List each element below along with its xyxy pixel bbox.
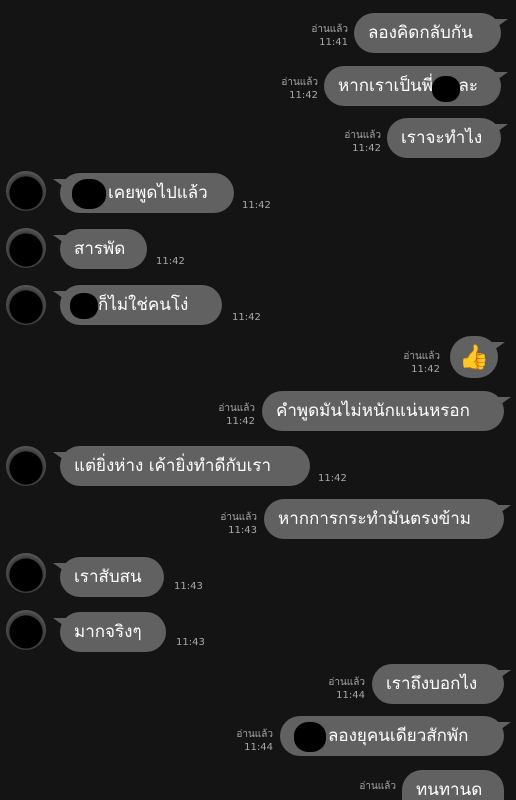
message-time: 11:43	[174, 581, 203, 592]
read-receipt: อ่านแล้ว	[403, 351, 440, 362]
message-text: มากจริงๆ	[74, 622, 142, 642]
sent-message-bubble[interactable]: ลองคิดกลับกัน	[354, 13, 508, 53]
message-time: 11:42	[411, 364, 440, 375]
read-receipt: อ่านแล้ว	[218, 403, 255, 414]
message-text: ก็ไม่ใช่คนโง่	[98, 295, 189, 315]
message-meta: อ่านแล้ว 11:44	[236, 728, 273, 754]
message-text: เราสับสน	[74, 567, 142, 587]
contact-avatar[interactable]	[6, 228, 46, 268]
read-receipt: อ่านแล้ว	[328, 677, 365, 688]
redaction-mark	[72, 179, 106, 209]
sent-message-bubble[interactable]: ลองยุคนเดียวสักพัก	[280, 716, 511, 756]
redaction-mark	[432, 76, 460, 102]
contact-avatar[interactable]	[6, 446, 46, 486]
message-meta: อ่านแล้ว 11:42	[344, 129, 381, 155]
message-time: 11:42	[352, 143, 381, 154]
message-text: ลองยุคนเดียวสักพัก	[328, 726, 469, 746]
message-text: ทนทานด	[416, 780, 483, 800]
message-time: 11:44	[244, 742, 273, 753]
message-time: 11:43	[228, 525, 257, 536]
sent-sticker-bubble[interactable]: 👍	[450, 336, 505, 378]
message-meta: อ่านแล้ว 11:41	[311, 23, 348, 49]
sent-message-bubble[interactable]: คำพูดมันไม่หนักแน่นหรอก	[262, 391, 511, 431]
redaction-mark	[70, 293, 98, 319]
message-time: 11:42	[289, 90, 318, 101]
sent-message-bubble[interactable]: หากเราเป็นพี่ๆ และ	[324, 66, 508, 106]
message-meta: อ่านแล้ว 11:44	[328, 676, 365, 702]
message-text: เราจะทำไง	[401, 128, 483, 148]
thumbs-up-icon: 👍	[459, 343, 489, 371]
message-time: 11:41	[319, 37, 348, 48]
message-meta: อ่านแล้ว 11:42	[403, 350, 440, 376]
message-text: สารพัด	[74, 239, 126, 259]
message-meta: อ่านแล้ว 11:43	[220, 511, 257, 537]
received-message-bubble[interactable]: สารพัด	[53, 229, 147, 269]
received-message-bubble[interactable]: ก็ไม่ใช่คนโง่	[53, 285, 222, 325]
chat-history: อ่านแล้ว 11:41 ลองคิดกลับกัน อ่านแล้ว 11…	[0, 0, 516, 800]
message-time: 11:42	[232, 312, 261, 323]
received-message-bubble[interactable]: เคยพูดไปแล้ว	[53, 173, 234, 213]
contact-avatar[interactable]	[6, 610, 46, 650]
sent-message-bubble[interactable]: เราถึงบอกไง	[372, 664, 511, 704]
message-text: หากการกระทำมันตรงข้าม	[278, 509, 471, 529]
contact-avatar[interactable]	[6, 171, 46, 211]
received-message-bubble[interactable]: มากจริงๆ	[53, 612, 166, 652]
message-time: 11:43	[176, 637, 205, 648]
read-receipt: อ่านแล้ว	[311, 24, 348, 35]
message-time: 11:42	[156, 256, 185, 267]
contact-avatar[interactable]	[6, 553, 46, 593]
read-receipt: อ่านแล้ว	[281, 77, 318, 88]
message-time: 11:42	[242, 200, 271, 211]
read-receipt: อ่านแล้ว	[344, 130, 381, 141]
contact-avatar[interactable]	[6, 285, 46, 325]
sent-message-bubble[interactable]: เราจะทำไง	[387, 118, 508, 158]
sent-message-bubble[interactable]: หากการกระทำมันตรงข้าม	[264, 499, 511, 539]
message-meta: อ่านแล้ว 11:42	[218, 402, 255, 428]
message-text: คำพูดมันไม่หนักแน่นหรอก	[276, 401, 470, 421]
read-receipt: อ่านแล้ว	[220, 512, 257, 523]
read-receipt: อ่านแล้ว	[236, 729, 273, 740]
sent-message-bubble[interactable]: ทนทานด	[402, 770, 504, 800]
read-receipt: อ่านแล้ว	[359, 781, 396, 792]
message-time: 11:42	[226, 416, 255, 427]
received-message-bubble[interactable]: แต่ยิ่งห่าง เค้ายิ่งทำดีกับเรา	[53, 446, 310, 486]
message-time: 11:42	[318, 473, 347, 484]
message-text: เคยพูดไปแล้ว	[108, 183, 208, 203]
message-text: เราถึงบอกไง	[386, 674, 478, 694]
message-meta: อ่านแล้ว 11:42	[281, 76, 318, 102]
message-meta: อ่านแล้ว	[359, 780, 396, 793]
redaction-mark	[294, 722, 326, 752]
message-text: แต่ยิ่งห่าง เค้ายิ่งทำดีกับเรา	[74, 456, 272, 476]
received-message-bubble[interactable]: เราสับสน	[53, 557, 164, 597]
message-text: ลองคิดกลับกัน	[368, 23, 473, 43]
message-time: 11:44	[336, 690, 365, 701]
